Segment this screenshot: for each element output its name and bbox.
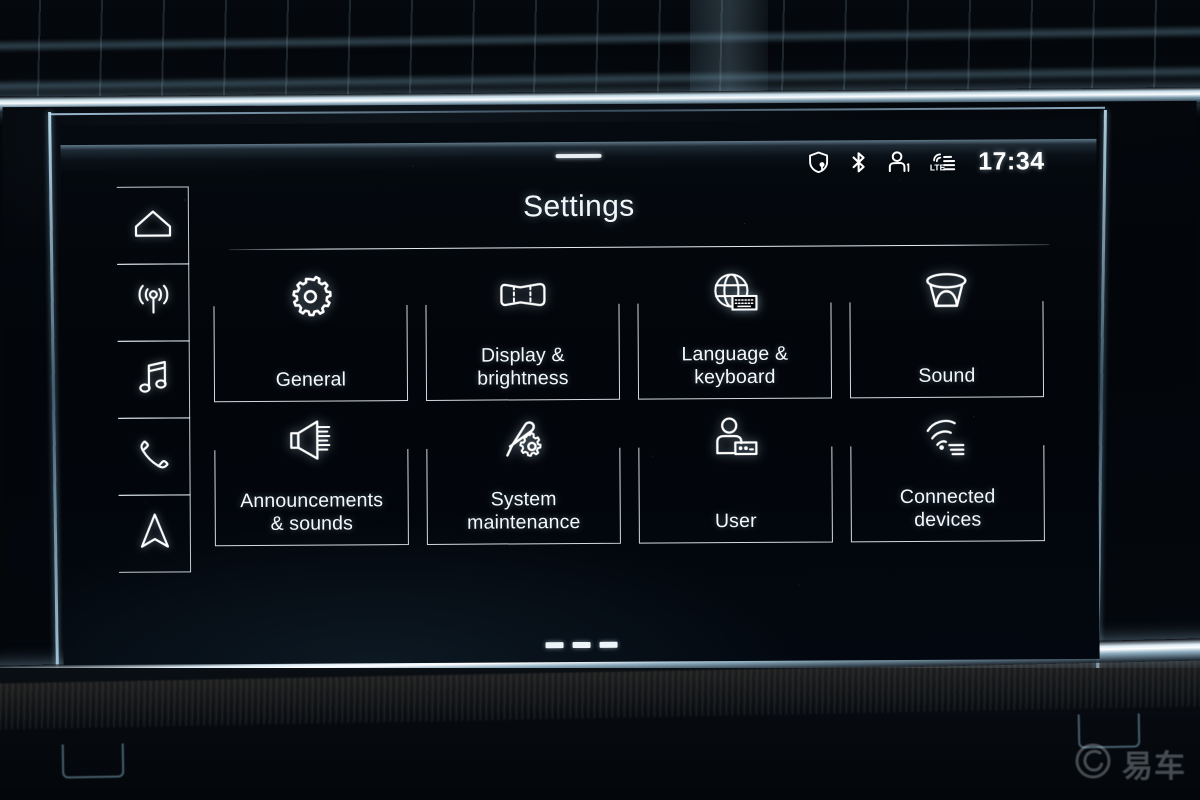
tile-announcements-sounds[interactable]: Announcements & sounds (214, 415, 409, 547)
tile-label: Announcements & sounds (240, 489, 384, 535)
settings-tile-grid: General Display & brightness Language & … (213, 264, 1045, 547)
lte-signal-icon[interactable]: LTE (928, 149, 956, 175)
title-divider (229, 244, 1050, 251)
navigation-arrow-icon (137, 510, 171, 557)
air-vent-panel (0, 0, 1200, 96)
tile-label: Sound (918, 364, 976, 387)
music-note-icon (134, 357, 172, 402)
user-profile-icon[interactable] (885, 149, 912, 175)
speaker-cone-icon (914, 264, 978, 322)
tile-label: Connected devices (899, 485, 996, 531)
tile-label: Language & keyboard (681, 342, 789, 389)
yiche-logo-icon (1073, 741, 1113, 786)
globe-keyboard-icon (702, 265, 766, 323)
page-dash-2[interactable] (572, 641, 591, 649)
radio-antenna-icon (130, 281, 176, 324)
home-icon (131, 206, 173, 245)
tile-language-keyboard[interactable]: Language & keyboard (637, 265, 833, 400)
display-screen-icon (490, 266, 554, 324)
gear-icon (278, 267, 342, 325)
watermark: 易车 (1073, 741, 1186, 786)
tile-label: Display & brightness (477, 344, 569, 390)
person-card-icon (703, 409, 767, 467)
status-clock: 17:34 (978, 146, 1045, 176)
status-bar: LTE 17:34 (60, 141, 1096, 187)
megaphone-icon (279, 411, 343, 469)
page-dash-1[interactable] (545, 642, 564, 649)
tile-label: User (714, 509, 757, 533)
tile-general[interactable]: General (213, 271, 409, 403)
sidebar-item-navigation[interactable] (118, 494, 192, 573)
tile-sound[interactable]: Sound (849, 264, 1045, 399)
svg-text:LTE: LTE (929, 162, 945, 172)
tile-label: System maintenance (467, 488, 581, 534)
dashboard-control-notch-left (61, 743, 125, 779)
phone-handset-icon (134, 434, 174, 479)
page-dash-3[interactable] (599, 641, 618, 648)
mmi-settings-screen: LTE 17:34 Settings General Display & bri… (60, 118, 1100, 666)
tile-system-maintenance[interactable]: System maintenance (426, 414, 621, 545)
privacy-shield-location-icon[interactable] (805, 149, 831, 175)
bluetooth-icon[interactable] (847, 149, 869, 175)
sidebar-item-home[interactable] (116, 186, 190, 265)
wireless-signal-icon (915, 408, 979, 466)
page-indicator[interactable] (64, 639, 1100, 651)
sidebar-item-phone[interactable] (118, 417, 191, 496)
sidebar-rail (116, 186, 192, 578)
screwdriver-gear-icon (491, 410, 555, 468)
sidebar-item-radio[interactable] (117, 263, 190, 342)
tile-connected-devices[interactable]: Connected devices (850, 408, 1045, 543)
tile-user[interactable]: User (638, 409, 833, 544)
sidebar-item-media[interactable] (117, 340, 191, 419)
tile-display-brightness[interactable]: Display & brightness (425, 270, 621, 401)
watermark-text: 易车 (1122, 749, 1186, 784)
car-dashboard-scene: LTE 17:34 Settings General Display & bri… (0, 0, 1200, 800)
tile-label: General (275, 368, 347, 391)
page-title: Settings (522, 189, 635, 224)
